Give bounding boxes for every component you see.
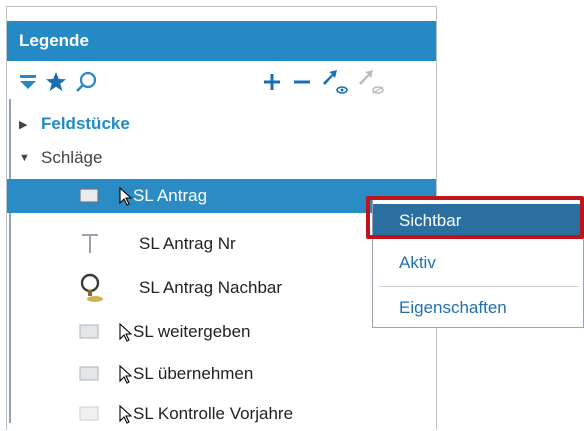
cursor-arrow-icon: [115, 179, 135, 213]
search-icon[interactable]: [71, 69, 101, 95]
plus-icon[interactable]: [259, 69, 285, 95]
highlight-callout: [366, 196, 584, 239]
magnifier-layer-icon: [73, 271, 107, 305]
invisible-arrow-icon[interactable]: [355, 69, 387, 95]
layer-label: SL weitergeben: [133, 322, 251, 341]
visible-arrow-icon[interactable]: [319, 69, 351, 95]
layer-label: SL Kontrolle Vorjahre: [133, 404, 294, 423]
cursor-arrow-icon: [115, 315, 135, 349]
layer-label: SL Antrag Nachbar: [139, 278, 283, 297]
minus-icon[interactable]: [289, 69, 315, 95]
legend-toolbar: [7, 63, 436, 99]
collapsed-triangle-icon[interactable]: ▶: [19, 118, 27, 131]
polygon-layer-icon: [73, 179, 107, 213]
legend-header: Legende: [7, 21, 436, 61]
legend-title: Legende: [19, 31, 89, 50]
polygon-layer-icon: [73, 357, 107, 391]
group-label: Feldstücke: [41, 114, 130, 133]
menu-item-eigenschaften[interactable]: Eigenschaften: [373, 291, 583, 325]
cursor-arrow-icon: [115, 397, 135, 431]
layer-label: SL Antrag Nr: [139, 234, 236, 253]
menu-separator: [379, 286, 579, 287]
group-label: Schläge: [41, 148, 103, 167]
menu-item-aktiv[interactable]: Aktiv: [373, 246, 583, 280]
legend-group-feldstuecke[interactable]: ▶ Feldstücke: [7, 107, 436, 141]
cursor-arrow-icon: [115, 357, 135, 391]
star-icon[interactable]: [43, 69, 69, 95]
polygon-layer-icon: [73, 315, 107, 349]
polygon-faded-layer-icon: [73, 397, 107, 431]
layer-label: SL übernehmen: [133, 364, 254, 383]
text-layer-icon: [73, 227, 107, 261]
legend-group-schlaege[interactable]: ▼ Schläge: [7, 141, 436, 175]
layer-item-sl-uebernehmen[interactable]: SL übernehmen: [7, 357, 436, 391]
expanded-triangle-icon[interactable]: ▼: [19, 152, 30, 164]
layer-item-sl-kontrolle-vorjahre[interactable]: SL Kontrolle Vorjahre: [7, 397, 436, 431]
filter-icon[interactable]: [17, 69, 39, 95]
layer-label: SL Antrag: [133, 186, 208, 205]
